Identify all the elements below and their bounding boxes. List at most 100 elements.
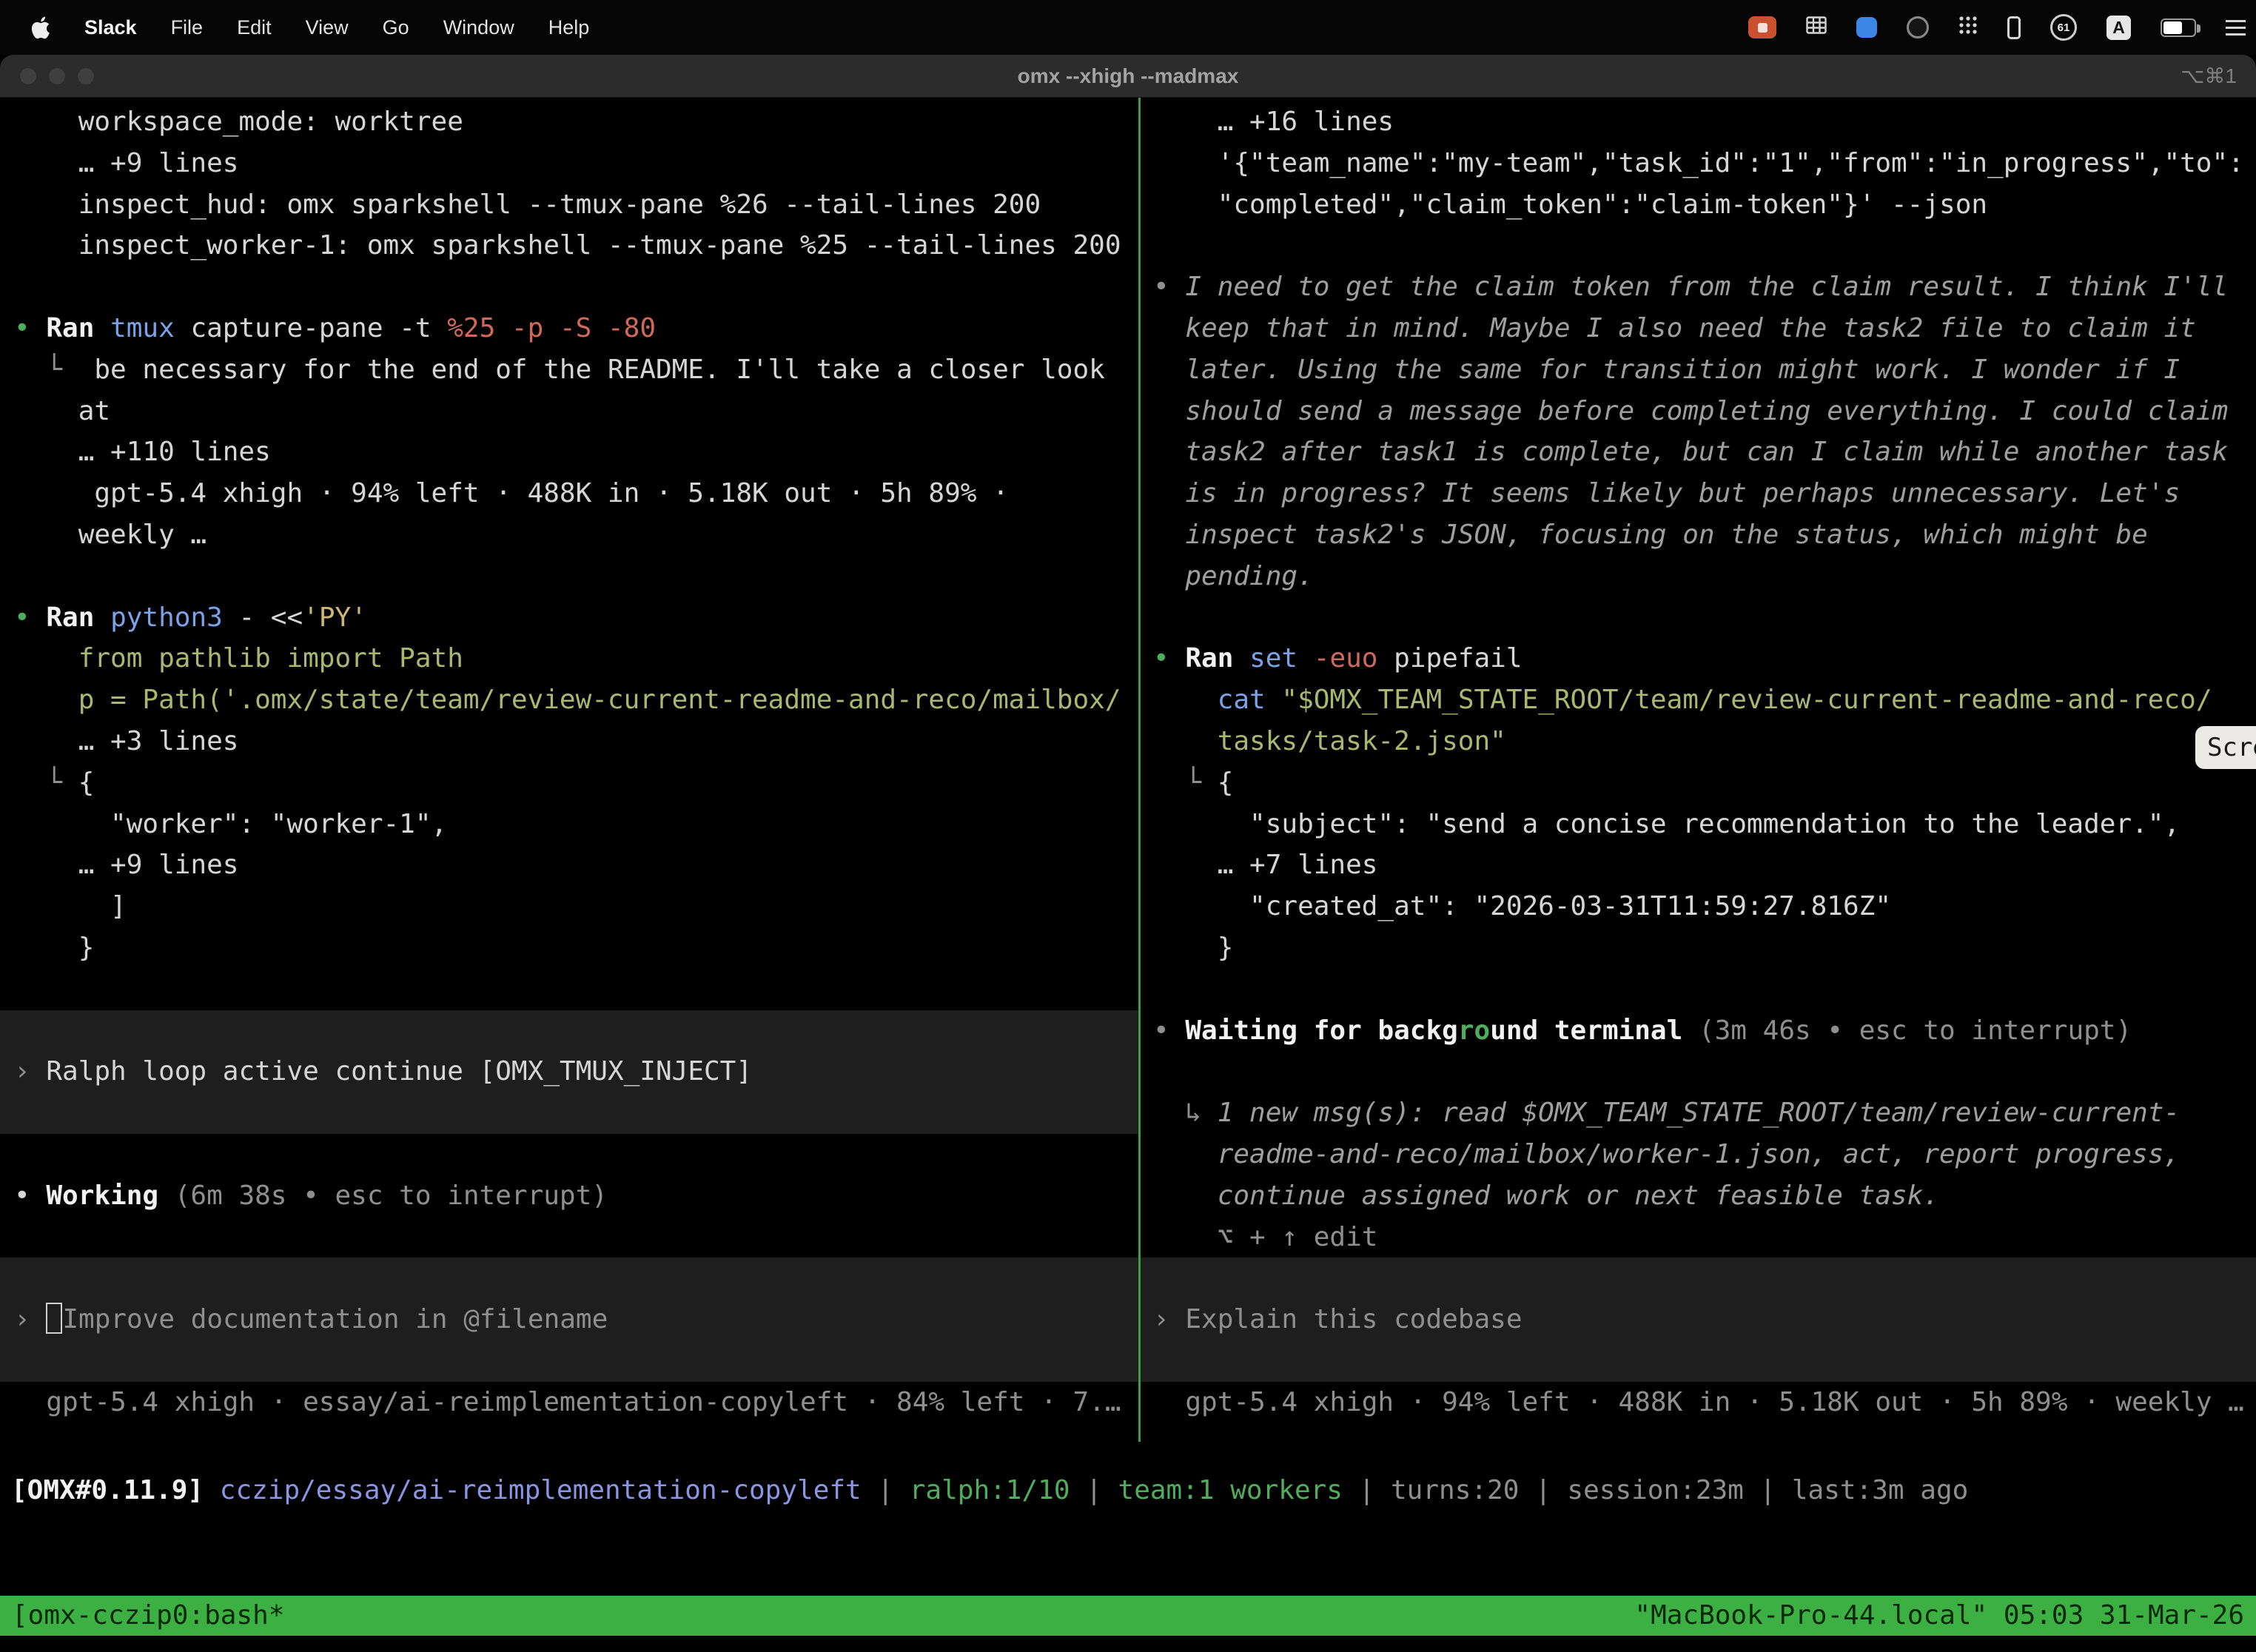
working-status-row: • Working (6m 38s • esc to interrupt): [0, 1175, 1138, 1217]
terminal-line: keep that in mind. Maybe I also need the…: [1141, 308, 2256, 349]
text-segment: inspect task2's JSON, focusing on the st…: [1153, 520, 2148, 550]
text-segment: keep that in mind. Maybe I also need the…: [1153, 313, 2196, 343]
zoom-button[interactable]: [77, 67, 95, 85]
terminal-line: [0, 969, 1138, 1010]
text-segment: •: [14, 313, 46, 343]
text-segment: |: [1343, 1475, 1391, 1505]
terminal-window: omx --xhigh --madmax ⌥⌘1 workspace_mode:…: [0, 55, 2256, 1652]
screen-recording-indicator-icon[interactable]: [1748, 16, 1776, 38]
text-segment: %25 -p -S -80: [447, 313, 656, 343]
terminal-line: ⌥ + ↑ edit: [1141, 1217, 2256, 1258]
waiting-status-row: • Waiting for background terminal (3m 46…: [1141, 1010, 2256, 1052]
text-segment: pipefail: [1394, 643, 1522, 674]
active-app-name[interactable]: Slack: [84, 16, 137, 39]
terminal-line: └ be necessary for the end of the README…: [0, 349, 1138, 391]
terminal-line: └ {: [0, 762, 1138, 804]
menu-window[interactable]: Window: [443, 16, 514, 39]
battery-icon[interactable]: [2161, 19, 2196, 37]
terminal-line: cat "$OMX_TEAM_STATE_ROOT/team/review-cu…: [1141, 679, 2256, 721]
text-segment: "subject": "send a concise recommendatio…: [1153, 809, 2180, 839]
prompt-input-row[interactable]: › Improve documentation in @filename: [0, 1299, 1138, 1340]
text-segment: "$OMX_TEAM_STATE_ROOT/team/review-curren…: [1281, 685, 2212, 715]
window-title-bar[interactable]: omx --xhigh --madmax ⌥⌘1: [0, 55, 2256, 98]
apple-menu-icon[interactable]: [31, 16, 50, 39]
terminal-line: at: [0, 391, 1138, 432]
terminal-line: … +7 lines: [1141, 845, 2256, 886]
pane-footer: gpt-5.4 xhigh · essay/ai-reimplementatio…: [0, 1382, 1138, 1423]
text-segment: later. Using the same for transition mig…: [1153, 355, 2180, 385]
text-segment: at: [14, 396, 110, 426]
terminal-line[interactable]: [0, 1092, 1138, 1134]
terminal-line: └ {: [1141, 762, 2256, 804]
text-segment: workspace_mode: worktree: [14, 107, 463, 137]
terminal-line[interactable]: [0, 1258, 1138, 1299]
terminal-line[interactable]: [1141, 1340, 2256, 1382]
dots-grid-icon[interactable]: [1958, 16, 1978, 40]
terminal-line: "completed","claim_token":"claim-token"}…: [1141, 184, 2256, 226]
menu-help[interactable]: Help: [548, 16, 590, 39]
text-segment: }: [14, 933, 94, 963]
text-segment: und terminal: [1490, 1015, 1699, 1046]
terminal-line[interactable]: [1141, 1258, 2256, 1299]
screen-tooltip: Scre: [2195, 726, 2256, 769]
left-pane[interactable]: workspace_mode: worktree … +9 lines insp…: [0, 98, 1138, 1423]
dark-circle-icon[interactable]: [1907, 16, 1929, 38]
minimize-button[interactable]: [48, 67, 66, 85]
text-segment: python3: [110, 602, 238, 633]
text-segment: … +16 lines: [1153, 107, 1394, 137]
menu-go[interactable]: Go: [383, 16, 409, 39]
terminal-line: [0, 556, 1138, 597]
menu-items: File Edit View Go Window Help: [171, 16, 590, 39]
terminal-line: "worker": "worker-1",: [0, 804, 1138, 845]
battery-percent-badge[interactable]: 61: [2050, 14, 2077, 41]
text-segment: (6m 38s • esc to interrupt): [175, 1181, 608, 1211]
tmux-host-clock: "MacBook-Pro-44.local" 05:03 31-Mar-26: [1634, 1596, 2244, 1636]
window-shortcut-hint: ⌥⌘1: [2181, 64, 2237, 88]
text-segment: pending.: [1153, 561, 1314, 591]
phone-icon[interactable]: [2007, 16, 2021, 39]
terminal-line: readme-and-reco/mailbox/worker-1.json, a…: [1141, 1134, 2256, 1175]
ralph-loop-row[interactable]: › Ralph loop active continue [OMX_TMUX_I…: [0, 1051, 1138, 1092]
text-segment: tasks/task-2.json": [1153, 726, 1506, 756]
text-segment: … +7 lines: [1153, 850, 1377, 880]
text-segment: team:1 workers: [1118, 1475, 1343, 1505]
text-segment: gpt-5.4 xhigh · essay/ai-reimplementatio…: [14, 1387, 1121, 1417]
text-segment: }: [1153, 933, 1233, 963]
text-segment: set: [1249, 643, 1314, 674]
text-segment: •: [14, 1181, 46, 1211]
list-icon[interactable]: [2226, 20, 2246, 36]
menu-view[interactable]: View: [306, 16, 349, 39]
menu-edit[interactable]: Edit: [237, 16, 272, 39]
terminal-line: p = Path('.omx/state/team/review-current…: [0, 679, 1138, 721]
tmux-status-bar: [omx-cczip0:bash* "MacBook-Pro-44.local"…: [0, 1596, 2256, 1636]
input-source-icon[interactable]: A: [2106, 16, 2131, 40]
terminal-line: }: [1141, 927, 2256, 969]
text-segment: •: [1153, 1015, 1185, 1046]
terminal-line: is in progress? It seems likely but perh…: [1141, 473, 2256, 514]
text-segment: └: [14, 768, 78, 798]
terminal-line: ↳ 1 new msg(s): read $OMX_TEAM_STATE_ROO…: [1141, 1092, 2256, 1134]
text-segment: (3m 46s • esc to interrupt): [1699, 1015, 2132, 1046]
traffic-lights: [0, 67, 95, 85]
grid-icon[interactable]: [1806, 16, 1827, 39]
text-segment: … +9 lines: [14, 850, 238, 880]
terminal-cursor[interactable]: [46, 1303, 62, 1334]
text-segment: Ran: [46, 602, 110, 633]
text-segment: "created_at": "2026-03-31T11:59:27.816Z": [1153, 891, 1891, 921]
text-segment: from pathlib import Path: [14, 643, 463, 674]
text-segment: -t: [399, 313, 447, 343]
prompt-input-row[interactable]: › Explain this codebase: [1141, 1299, 2256, 1340]
window-title: omx --xhigh --madmax: [0, 64, 2256, 88]
terminal-line[interactable]: [0, 1010, 1138, 1052]
close-button[interactable]: [19, 67, 37, 85]
blue-app-icon[interactable]: [1856, 17, 1877, 38]
terminal-line: '{"team_name":"my-team","task_id":"1","f…: [1141, 143, 2256, 184]
tmux-session-window[interactable]: [omx-cczip0:bash*: [12, 1596, 284, 1636]
terminal-line: inspect_hud: omx sparkshell --tmux-pane …: [0, 184, 1138, 226]
right-pane[interactable]: … +16 lines '{"team_name":"my-team","tas…: [1141, 98, 2256, 1423]
pane-footer: gpt-5.4 xhigh · 94% left · 488K in · 5.1…: [1141, 1382, 2256, 1423]
text-segment: should send a message before completing …: [1153, 396, 2228, 426]
terminal-line[interactable]: [0, 1340, 1138, 1382]
menu-file[interactable]: File: [171, 16, 204, 39]
text-segment: continue assigned work or next feasible …: [1153, 1181, 1939, 1211]
